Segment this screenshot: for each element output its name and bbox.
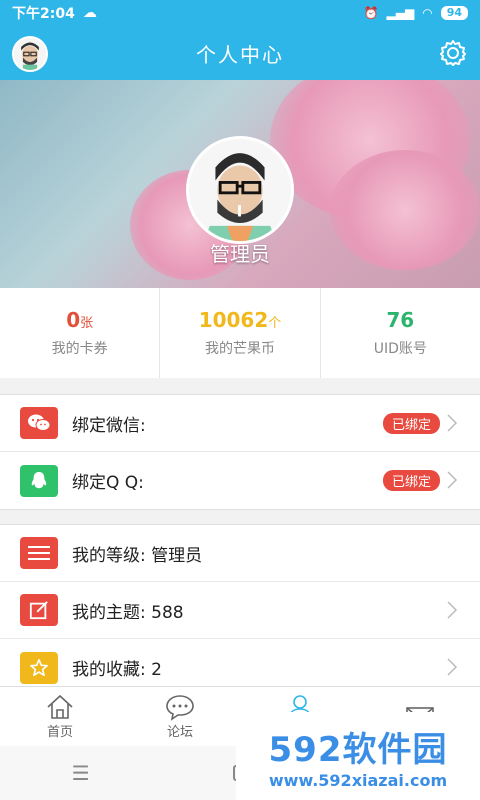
wechat-icon [20,407,58,439]
header-avatar[interactable] [12,36,48,72]
alarm-icon: ⏰ [363,6,379,20]
level-icon [20,537,58,569]
profile-avatar[interactable] [186,136,294,244]
stat-value: 76 [386,308,415,332]
qq-icon [20,464,58,497]
chat-icon [166,695,194,721]
signal-icon: ▂▄▆ [386,6,415,20]
home-icon [47,694,73,719]
tab-home[interactable]: 首页 [0,687,120,746]
stat-label: UID账号 [373,341,427,357]
gear-icon[interactable] [438,38,468,68]
stat-coupons[interactable]: 0张 我的卡券 [0,288,161,378]
row-label: 我的收藏: 2 [72,660,162,680]
tab-forum[interactable]: 论坛 [120,687,240,746]
stat-label: 我的芒果币 [204,341,275,357]
status-badge: 已绑定 [382,470,440,491]
wifi-icon: ◠ [422,6,433,20]
row-label: 我的主题: 588 [72,602,184,623]
info-group: 我的等级: 管理员 我的主题: 588 我的收藏: 2 [0,524,480,697]
bind-qq-row[interactable]: 绑定Q Q: 已绑定 [0,452,480,509]
binding-group: 绑定微信: 已绑定 绑定Q Q: 已绑定 [0,394,480,510]
chevron-right-icon [447,658,458,676]
stat-label: 我的卡券 [51,341,108,357]
chevron-right-icon [447,414,458,432]
status-badge: 已绑定 [382,412,440,434]
cloud-icon: ☁ [82,5,97,21]
level-row[interactable]: 我的等级: 管理员 [0,525,480,582]
stats-panel: 0张 我的卡券 10062个 我的芒果币 76 UID账号 [0,288,480,378]
chevron-right-icon [447,601,458,619]
chevron-right-icon [447,471,458,489]
watermark: 592软件园 www.592xiazai.com [236,712,480,800]
stat-value: 0张 [66,308,94,332]
profile-banner: 管理员 [0,80,480,288]
edit-icon [20,594,58,626]
stat-mango-coins[interactable]: 10062个 我的芒果币 [160,288,321,378]
profile-username: 管理员 [210,242,270,266]
status-time: 下午2:04 [12,6,75,22]
watermark-logo: 592软件园 [268,730,448,770]
star-icon [20,651,58,684]
row-label: 绑定Q Q: [72,473,144,493]
watermark-url: www.592xiazai.com [268,771,448,790]
row-label: 我的等级: 管理员 [72,545,203,566]
tab-label: 首页 [46,725,73,740]
menu-icon[interactable]: ☰ [72,761,90,785]
battery-indicator: 94 [440,6,468,20]
tab-label: 论坛 [166,725,193,740]
stat-uid[interactable]: 76 UID账号 [321,288,480,378]
page-title: 个人中心 [196,42,284,67]
bind-wechat-row[interactable]: 绑定微信: 已绑定 [0,395,480,452]
status-bar: 下午2:04 ☁ ⏰ ▂▄▆ ◠ 94 [0,0,480,26]
topics-row[interactable]: 我的主题: 588 [0,582,480,639]
stat-value: 10062个 [198,308,282,332]
row-label: 绑定微信: [72,415,146,436]
top-bar: 个人中心 [0,26,480,80]
